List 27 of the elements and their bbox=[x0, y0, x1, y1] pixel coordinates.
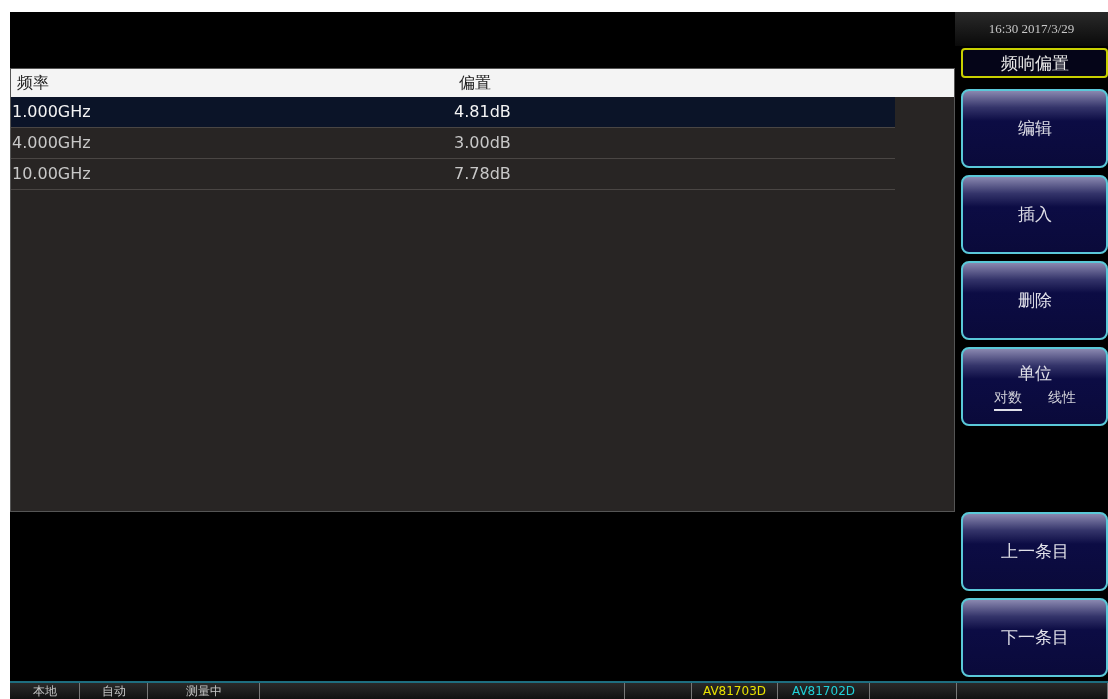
column-header: 偏置 bbox=[458, 72, 492, 94]
unit-option: 对数 bbox=[993, 389, 1022, 411]
table-row[interactable]: 1.000GHz 4.81dB bbox=[11, 97, 895, 128]
softkey[interactable]: 删除 bbox=[961, 261, 1108, 340]
table-row[interactable]: 4.000GHz 3.00dB bbox=[11, 128, 895, 159]
column-header: 频率 bbox=[16, 72, 50, 94]
status-text: 本地 bbox=[10, 683, 80, 699]
status-text: AV81703D bbox=[692, 683, 778, 699]
status-text: 测量中 bbox=[148, 683, 260, 699]
softkey[interactable]: 插入 bbox=[961, 175, 1108, 254]
table-cell-text: 4.000GHz bbox=[11, 132, 92, 154]
table-cell-text: 7.78dB bbox=[453, 163, 512, 185]
menu-title: 频响偏置 bbox=[961, 48, 1108, 78]
table-cell-text: 4.81dB bbox=[453, 101, 512, 123]
unit-option: 线性 bbox=[1047, 389, 1076, 411]
table-row[interactable]: 10.00GHz 7.78dB bbox=[11, 159, 895, 190]
table-cell-text: 3.00dB bbox=[453, 132, 512, 154]
softkey[interactable]: 上一条目 bbox=[961, 512, 1108, 591]
table-cell-text: 10.00GHz bbox=[11, 163, 92, 185]
status-text: 自动 bbox=[80, 683, 148, 699]
unit-softkey[interactable]: 单位 对数 线性 bbox=[961, 347, 1108, 426]
softkey[interactable]: 下一条目 bbox=[961, 598, 1108, 677]
table-cell-text: 1.000GHz bbox=[11, 101, 92, 123]
clock-text: 16:30 2017/3/29 bbox=[955, 12, 1108, 46]
softkey[interactable]: 编辑 bbox=[961, 89, 1108, 168]
softkey-label: 单位 bbox=[1017, 362, 1052, 385]
status-text: AV81702D bbox=[778, 683, 870, 699]
